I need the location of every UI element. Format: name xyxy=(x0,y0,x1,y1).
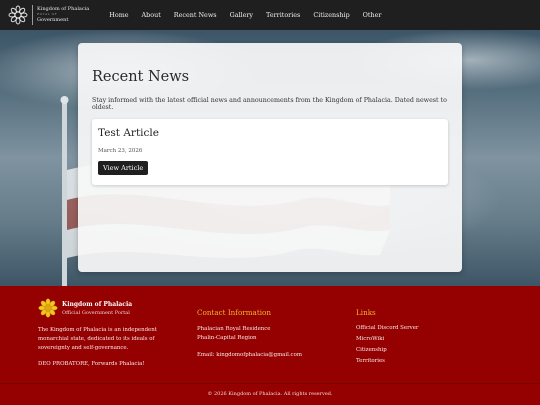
nav-links: Home About Recent News Gallery Territori… xyxy=(109,11,394,19)
nav-link-territories[interactable]: Territories xyxy=(266,11,300,19)
contact-address-line1: Phalacian Royal Residence xyxy=(197,326,271,332)
links-heading: Links xyxy=(356,308,376,317)
footer-link-citizenship[interactable]: Citizenship xyxy=(356,345,506,356)
view-article-button[interactable]: View Article xyxy=(98,161,149,175)
footer-motto: DEO PROBATORE, Forwards Phalacia! xyxy=(38,360,145,367)
footer-description: The Kingdom of Phalacia is an independen… xyxy=(38,327,157,351)
logo-text: Kingdom of Phalacia ROYAL OF Government xyxy=(37,7,89,23)
nav-link-recent-news[interactable]: Recent News xyxy=(174,11,217,19)
contact-heading: Contact Information xyxy=(197,308,271,317)
footer-brand-name: Kingdom of Phalacia xyxy=(62,300,133,308)
site-footer: Kingdom of Phalacia Official Government … xyxy=(0,286,540,405)
contact-email[interactable]: Email: kingdomofphalacia@gmail.com xyxy=(197,351,337,360)
logo-divider xyxy=(32,5,33,25)
logo-line2: ROYAL OF xyxy=(37,12,58,16)
page-title: Recent News xyxy=(92,69,190,85)
site-logo[interactable]: Kingdom of Phalacia ROYAL OF Government xyxy=(8,5,89,25)
sunflower-emblem-icon xyxy=(8,5,28,25)
footer-brand: Kingdom of Phalacia Official Government … xyxy=(38,298,188,318)
page-intro: Stay informed with the latest official n… xyxy=(92,97,447,111)
sunflower-emblem-icon xyxy=(38,298,58,318)
logo-line3: Government xyxy=(37,17,69,23)
article-card: Test Article March 23, 2026 View Article xyxy=(92,119,448,185)
footer-link-microwiki[interactable]: MicroWiki xyxy=(356,334,506,345)
article-date: March 23, 2026 xyxy=(98,148,143,154)
contact-address-line2: Phalin-Capital Region xyxy=(197,335,257,342)
article-title[interactable]: Test Article xyxy=(98,127,442,139)
footer-brand-subtitle: Official Government Portal xyxy=(62,309,130,316)
nav-link-citizenship[interactable]: Citizenship xyxy=(313,11,349,19)
nav-link-home[interactable]: Home xyxy=(109,11,128,19)
footer-contact-column: Contact Information Phalacian Royal Resi… xyxy=(197,298,337,361)
footer-link-territories[interactable]: Territories xyxy=(356,356,506,367)
footer-copyright: © 2026 Kingdom of Phalacia. All rights r… xyxy=(0,383,540,397)
footer-about-column: Kingdom of Phalacia Official Government … xyxy=(38,298,188,367)
top-navbar: Kingdom of Phalacia ROYAL OF Government … xyxy=(0,0,540,30)
nav-link-gallery[interactable]: Gallery xyxy=(230,11,253,19)
footer-link-discord[interactable]: Official Discord Server xyxy=(356,323,506,334)
recent-news-card: Recent News Stay informed with the lates… xyxy=(78,43,462,272)
footer-links-column: Links Official Discord Server MicroWiki … xyxy=(356,298,506,367)
nav-link-about[interactable]: About xyxy=(142,11,161,19)
nav-link-other[interactable]: Other xyxy=(363,11,382,19)
